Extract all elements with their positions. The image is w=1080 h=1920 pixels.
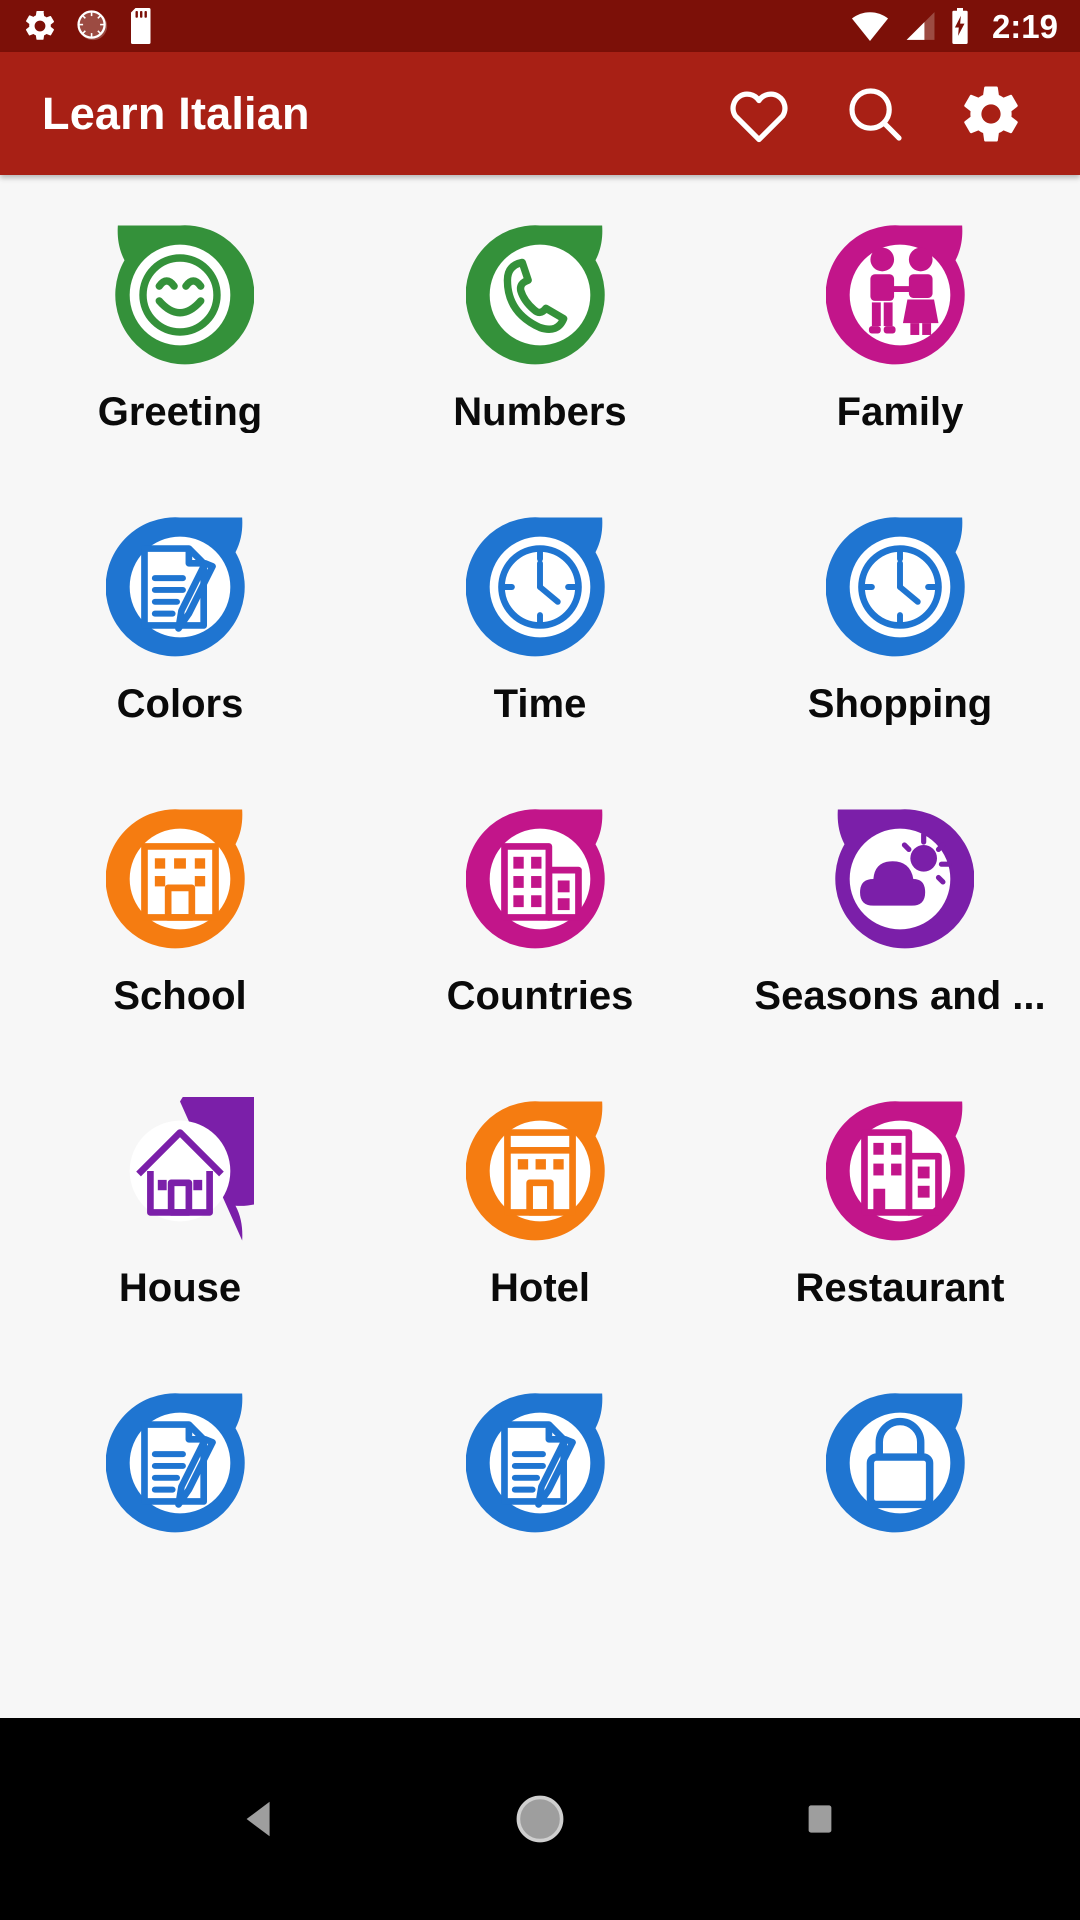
lock-icon [825,1389,974,1537]
restaurant-building-icon [825,1097,974,1245]
phone-screen: 2:19 Learn Italian Greeting Numbers Fami… [0,0,1080,1920]
back-button[interactable] [200,1759,320,1879]
grid-tile[interactable]: Countries [360,787,720,1079]
circle-home-icon [516,1795,564,1843]
school-building-icon [105,805,254,953]
phone-icon [465,221,614,369]
grid-tile[interactable]: Time [360,495,720,787]
hotel-building-icon [465,1097,614,1245]
search-button[interactable] [844,83,906,145]
grid-tile-label: House [118,1267,242,1309]
settings-gear-icon [25,10,55,40]
gear-icon [964,85,1018,141]
wifi-icon [851,12,888,42]
heart-icon [730,91,788,142]
city-buildings-icon [465,805,614,953]
grid-tile[interactable]: Greeting [0,203,360,495]
page-title: Learn Italian [42,87,310,139]
grid-tile-label: Family [836,391,964,433]
grid-tile-label: Hotel [490,1267,590,1309]
grid-tile-label: Time [493,683,587,725]
grid-tile[interactable]: Colors [0,495,360,787]
clock-icon [465,513,614,661]
status-bar-clock: 2:19 [991,7,1058,45]
grid-tile-label: Restaurant [795,1267,1005,1309]
smiley-face-icon [106,221,255,369]
settings-button[interactable] [958,81,1024,147]
grid-tile-label: Colors [116,683,244,725]
square-recents-icon [808,1805,832,1833]
battery-charging-icon [952,8,968,44]
status-bar-left-icons [22,8,158,44]
grid-tile[interactable] [720,1371,1080,1663]
category-grid[interactable]: Greeting Numbers Family Colors Time Shop… [0,175,1080,1718]
house-icon [106,1066,310,1245]
sd-card-icon [131,8,151,44]
triangle-back-icon [246,1801,270,1837]
grid-tile-label: Numbers [453,391,627,433]
grid-tile-label: Greeting [97,391,263,433]
notepad-pencil-icon [465,1389,614,1537]
grid-tile[interactable] [0,1371,360,1663]
grid-tile[interactable]: Shopping [720,495,1080,787]
grid-tile-label: Seasons and ... [754,975,1046,1017]
system-navigation-bar [0,1718,1080,1920]
grid-tile-label: School [113,975,247,1017]
cellular-signal-icon [906,12,935,40]
app-bar: Learn Italian [0,52,1080,175]
grid-tile[interactable]: Hotel [360,1079,720,1371]
clock-icon [825,513,974,661]
app-bar-actions [726,81,1024,147]
grid-tile[interactable]: Restaurant [720,1079,1080,1371]
grid-tile[interactable] [360,1371,720,1663]
grid-tile[interactable]: Seasons and ... [720,787,1080,1079]
status-bar-right-icons: 2:19 [851,8,1058,44]
grid-tile[interactable]: Family [720,203,1080,495]
grid-tile[interactable]: School [0,787,360,1079]
grid-tile-label: Shopping [807,683,993,725]
grid-tile[interactable]: House [0,1066,360,1371]
family-couple-icon [825,221,974,369]
favorites-button[interactable] [726,83,792,145]
sync-circle-icon [77,10,108,41]
notepad-pencil-icon [105,513,254,661]
home-button[interactable] [480,1759,600,1879]
square-recents-button[interactable] [760,1759,880,1879]
grid-tile[interactable]: Numbers [360,203,720,495]
grid-tile-label: Countries [446,975,634,1017]
notepad-pencil-icon [105,1389,254,1537]
search-icon [849,87,902,141]
status-bar: 2:19 [0,0,1080,52]
weather-cloud-sun-icon [826,805,975,953]
